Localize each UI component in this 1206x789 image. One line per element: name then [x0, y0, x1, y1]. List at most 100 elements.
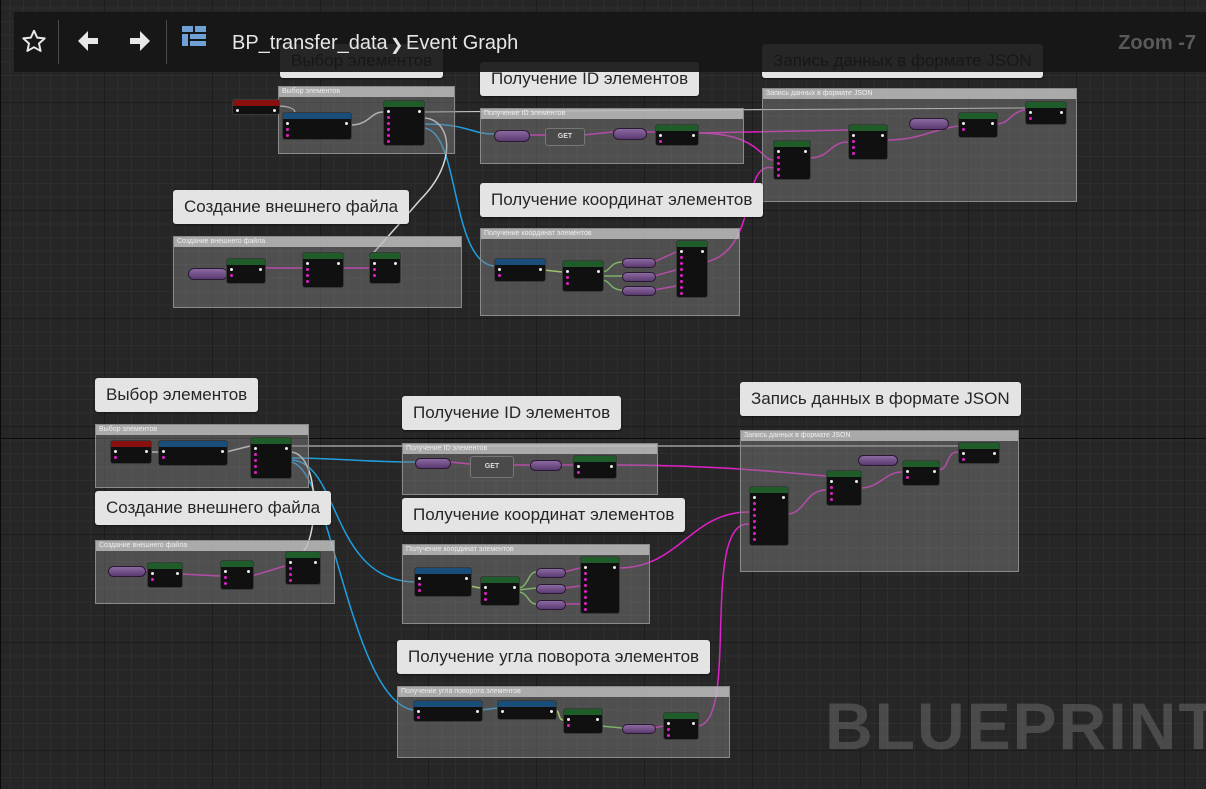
- node-pin[interactable]: [753, 532, 756, 535]
- node-pin[interactable]: [498, 268, 501, 271]
- node-pin[interactable]: [584, 596, 587, 599]
- node-pin[interactable]: [753, 520, 756, 523]
- node-pin[interactable]: [830, 486, 833, 489]
- to-string-y-node[interactable]: [622, 272, 656, 282]
- node-pin[interactable]: [852, 140, 855, 143]
- node-pin[interactable]: [962, 458, 965, 461]
- node-pin[interactable]: [254, 453, 257, 456]
- node-pin[interactable]: [387, 128, 390, 131]
- node-output-pin[interactable]: [285, 447, 288, 450]
- node-output-pin[interactable]: [550, 710, 553, 713]
- node-pin[interactable]: [962, 128, 965, 131]
- node-pin[interactable]: [236, 109, 239, 112]
- node-pin[interactable]: [680, 268, 683, 271]
- node-pin[interactable]: [777, 162, 780, 165]
- node-pin[interactable]: [306, 274, 309, 277]
- node-output-pin[interactable]: [539, 268, 542, 271]
- node-pin[interactable]: [162, 450, 165, 453]
- save-file-node[interactable]: [369, 252, 401, 284]
- for-each-loop-node[interactable]: [383, 100, 425, 146]
- node-pin[interactable]: [584, 572, 587, 575]
- get-array-node[interactable]: GET: [545, 128, 585, 146]
- node-pin[interactable]: [306, 268, 309, 271]
- get-location-node[interactable]: [494, 258, 546, 282]
- node-pin[interactable]: [373, 268, 376, 271]
- for-each-loop-node-2[interactable]: [250, 437, 292, 479]
- comment-bubble-bottom-select[interactable]: Выбор элементов: [95, 378, 259, 412]
- node-output-pin[interactable]: [881, 134, 884, 137]
- node-pin[interactable]: [680, 256, 683, 259]
- node-pin[interactable]: [224, 576, 227, 579]
- get-location-node-2[interactable]: [414, 567, 472, 597]
- node-pin[interactable]: [230, 274, 233, 277]
- node-pin[interactable]: [1029, 111, 1032, 114]
- append-coords-node-2[interactable]: [580, 556, 620, 614]
- node-pin[interactable]: [418, 589, 421, 592]
- save-json-node[interactable]: [1025, 101, 1067, 125]
- get-component-node-2[interactable]: [413, 700, 483, 722]
- node-pin[interactable]: [484, 598, 487, 601]
- node-pin[interactable]: [1029, 117, 1032, 120]
- node-output-pin[interactable]: [692, 722, 695, 725]
- begin-play-node-2[interactable]: [110, 440, 152, 464]
- node-output-pin[interactable]: [247, 570, 250, 573]
- node-pin[interactable]: [659, 134, 662, 137]
- append-json-b-node-2[interactable]: [826, 470, 862, 506]
- append-json-c-node[interactable]: [958, 112, 998, 138]
- node-pin[interactable]: [286, 128, 289, 131]
- comment-bubble-bottom-ids[interactable]: Получение ID элементов: [402, 396, 622, 430]
- favorite-button[interactable]: [20, 26, 48, 56]
- node-pin[interactable]: [289, 573, 292, 576]
- node-output-pin[interactable]: [273, 109, 276, 112]
- node-pin[interactable]: [418, 583, 421, 586]
- node-pin[interactable]: [387, 122, 390, 125]
- node-pin[interactable]: [753, 514, 756, 517]
- get-id-node[interactable]: [494, 130, 530, 142]
- node-pin[interactable]: [373, 274, 376, 277]
- node-output-pin[interactable]: [596, 718, 599, 721]
- node-pin[interactable]: [777, 150, 780, 153]
- append-file-node-2[interactable]: [220, 560, 254, 590]
- get-id-node-2[interactable]: [415, 458, 451, 469]
- node-pin[interactable]: [567, 724, 570, 727]
- node-pin[interactable]: [566, 282, 569, 285]
- node-pin[interactable]: [286, 122, 289, 125]
- node-pin[interactable]: [830, 498, 833, 501]
- node-pin[interactable]: [566, 276, 569, 279]
- node-pin[interactable]: [417, 716, 420, 719]
- node-pin[interactable]: [254, 447, 257, 450]
- node-pin[interactable]: [680, 274, 683, 277]
- node-pin[interactable]: [387, 140, 390, 143]
- breadcrumb-asset[interactable]: BP_transfer_data: [232, 32, 388, 55]
- get-actors-node-2[interactable]: [158, 440, 228, 466]
- to-string-z-node[interactable]: [622, 286, 656, 296]
- concat-path-node-2[interactable]: [147, 562, 183, 588]
- break-vector-node-2[interactable]: [480, 576, 520, 606]
- node-pin[interactable]: [387, 134, 390, 137]
- node-pin[interactable]: [286, 134, 289, 137]
- node-pin[interactable]: [289, 567, 292, 570]
- node-output-pin[interactable]: [692, 134, 695, 137]
- node-output-pin[interactable]: [314, 561, 317, 564]
- node-pin[interactable]: [667, 734, 670, 737]
- node-output-pin[interactable]: [145, 450, 148, 453]
- concat-path-node[interactable]: [226, 258, 266, 284]
- node-pin[interactable]: [906, 476, 909, 479]
- breadcrumb-graph[interactable]: Event Graph: [406, 32, 518, 55]
- node-pin[interactable]: [114, 450, 117, 453]
- save-file-node-2[interactable]: [285, 551, 321, 585]
- node-pin[interactable]: [254, 459, 257, 462]
- node-pin[interactable]: [659, 140, 662, 143]
- forward-button[interactable]: [126, 26, 154, 56]
- file-path-node-2[interactable]: [108, 566, 146, 577]
- node-pin[interactable]: [224, 570, 227, 573]
- to-string-node-2[interactable]: [530, 460, 562, 471]
- node-pin[interactable]: [830, 480, 833, 483]
- save-json-node-2[interactable]: [958, 442, 1000, 464]
- node-pin[interactable]: [753, 502, 756, 505]
- node-pin[interactable]: [484, 592, 487, 595]
- node-pin[interactable]: [753, 508, 756, 511]
- node-output-pin[interactable]: [933, 470, 936, 473]
- node-pin[interactable]: [566, 270, 569, 273]
- node-pin[interactable]: [777, 168, 780, 171]
